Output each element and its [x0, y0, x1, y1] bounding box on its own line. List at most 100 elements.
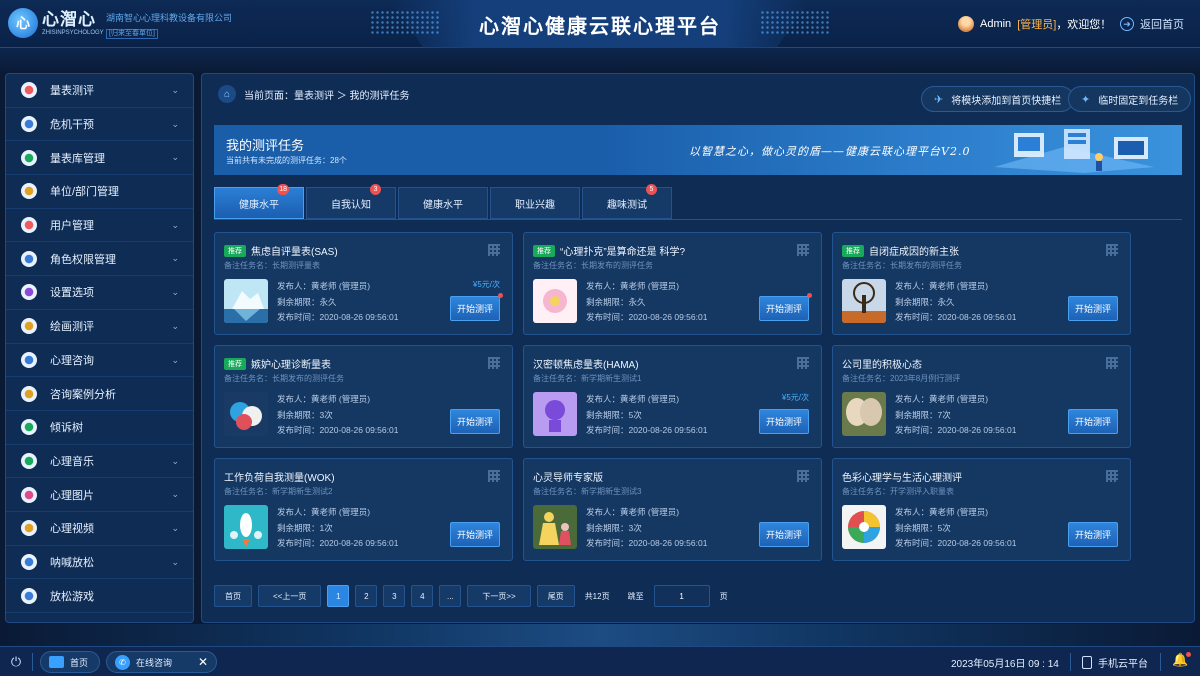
taskbar-consult[interactable]: ✆ 在线咨询 ✕ — [106, 651, 218, 673]
avatar[interactable] — [958, 16, 974, 32]
start-assessment-button[interactable]: 开始测评 — [450, 522, 500, 547]
sidebar-item[interactable]: 量表库管理 ⌄ — [6, 141, 193, 176]
palette-icon — [21, 318, 37, 335]
sidebar-item[interactable]: 危机干预 ⌄ — [6, 108, 193, 142]
taskbar-home[interactable]: 首页 — [40, 651, 100, 673]
rocket-icon: ✈ — [934, 93, 944, 106]
page-button-3[interactable]: 3 — [383, 585, 406, 607]
tab[interactable]: 职业兴趣 — [490, 187, 580, 219]
prev-page-button[interactable]: <<上一页 — [258, 585, 322, 607]
sidebar-item[interactable]: 角色权限管理 ⌄ — [6, 242, 193, 277]
sidebar-item[interactable]: 倾诉树 — [6, 411, 193, 445]
card-remaining: 7次 — [937, 409, 951, 420]
tab[interactable]: 健康水平 18 — [214, 184, 304, 219]
tab-badge: 18 — [277, 184, 289, 195]
sidebar-item-label: 角色权限管理 — [50, 253, 116, 266]
bell-icon[interactable]: 🔔 — [1172, 652, 1192, 668]
chevron-down-icon: ⌄ — [171, 118, 179, 129]
tab-label: 职业兴趣 — [515, 199, 555, 211]
assessment-card[interactable]: 推荐 “心理扑克”是算命还是 科学? 备注任务名：长期发布的测评任务 发布人：黄老师 … — [523, 232, 822, 335]
sidebar-item[interactable]: 量表测评 ⌄ — [6, 74, 193, 108]
power-icon[interactable]: ⏻ — [6, 652, 26, 672]
assessment-card[interactable]: 心灵导师专家版 备注任务名：新学期新生测试3 发布人：黄老师 (管理员) 剩余期限：3… — [523, 458, 822, 561]
first-page-button[interactable]: 首页 — [214, 585, 252, 607]
card-remaining: 1次 — [319, 522, 333, 533]
qr-code-icon[interactable] — [488, 357, 500, 369]
start-assessment-button[interactable]: 开始测评 — [759, 409, 809, 434]
return-home-link[interactable]: ➜ 返回首页 — [1120, 16, 1184, 32]
start-assessment-button[interactable]: 开始测评 — [759, 522, 809, 547]
recommend-tag: 推荐 — [224, 357, 246, 370]
chevron-down-icon: ⌄ — [171, 85, 179, 95]
close-icon[interactable]: ✕ — [198, 655, 208, 669]
tab[interactable]: 趣味测试 5 — [582, 184, 672, 219]
tab[interactable]: 健康水平 — [398, 187, 488, 219]
total-pages: 共12页 — [584, 591, 610, 601]
sidebar-item[interactable]: 心理音乐 ⌄ — [6, 445, 193, 479]
start-assessment-button[interactable]: 开始测评 — [450, 296, 500, 321]
mobile-platform-button[interactable]: 手机云平台 — [1082, 655, 1148, 670]
tab[interactable]: 自我认知 3 — [306, 184, 396, 219]
sidebar-item[interactable]: 设置选项 ⌄ — [6, 276, 193, 310]
user-info[interactable]: Admin [管理员] ，欢迎您！ — [958, 16, 1111, 32]
add-shortcut-button[interactable]: ✈ 将模块添加到首页快捷栏 — [921, 86, 1075, 112]
sidebar-item[interactable]: 心理咨询 ⌄ — [6, 344, 193, 378]
assessment-card[interactable]: 工作负荷自我测量(WOK) 备注任务名：新学期新生测试2 发布人：黄老师 (管理员)… — [214, 458, 513, 561]
card-thumbnail — [842, 279, 886, 323]
qr-code-icon[interactable] — [797, 470, 809, 482]
home-icon[interactable]: ⌂ — [218, 85, 236, 103]
card-task-name: 备注任务名：2023年8月例行测评 — [842, 374, 961, 383]
qr-code-icon[interactable] — [1106, 357, 1118, 369]
page-ellipsis-button[interactable]: ... — [439, 585, 462, 607]
recommend-tag: 推荐 — [842, 244, 864, 257]
assessment-card[interactable]: 汉密顿焦虑量表(HAMA) 备注任务名：新学期新生测试1 发布人：黄老师 (管理员)… — [523, 345, 822, 448]
top-bar: 心 心潪心 ZHISINPSYCHOLOGY 湖南智心心理科教设备有限公司 [归… — [0, 0, 1200, 48]
card-meta: 发布人：黄老师 (管理员) 剩余期限：5次 发布时间：2020-08-26 09:5… — [586, 394, 708, 435]
sidebar-item[interactable]: 心理图片 ⌄ — [6, 478, 193, 512]
banner-title: 我的测评任务 — [226, 138, 305, 153]
start-assessment-button[interactable]: 开始测评 — [1068, 409, 1118, 434]
sidebar-item-label: 心理图片 — [50, 489, 94, 502]
assessment-card[interactable]: 公司里的积极心态 备注任务名：2023年8月例行测评 发布人：黄老师 (管理员) 剩余… — [832, 345, 1131, 448]
tab-label: 趣味测试 — [607, 199, 647, 211]
next-page-button[interactable]: 下一页>> — [467, 585, 531, 607]
start-assessment-button[interactable]: 开始测评 — [1068, 522, 1118, 547]
card-time: 2020-08-26 09:56:01 — [937, 425, 1017, 435]
tab-label: 健康水平 — [239, 199, 279, 211]
tab-label: 自我认知 — [331, 199, 371, 211]
start-assessment-button[interactable]: 开始测评 — [450, 409, 500, 434]
chevron-down-icon: ⌄ — [171, 219, 179, 230]
assessment-card[interactable]: 推荐 自闭症成因的新主张 备注任务名：长期发布的测评任务 发布人：黄老师 (管理员) 剩… — [832, 232, 1131, 335]
assessment-card[interactable]: 推荐 焦虑自评量表(SAS) 备注任务名：长期测评量表 发布人：黄老师 (管理员) 剩余… — [214, 232, 513, 335]
shield-icon — [21, 116, 37, 133]
qr-code-icon[interactable] — [488, 244, 500, 256]
qr-code-icon[interactable] — [797, 357, 809, 369]
sidebar-item[interactable]: 咨询案例分析 — [6, 377, 193, 411]
sidebar-item[interactable]: 单位/部门管理 — [6, 175, 193, 209]
qr-code-icon[interactable] — [1106, 244, 1118, 256]
qr-code-icon[interactable] — [488, 470, 500, 482]
pin-taskbar-button[interactable]: ✦ 临时固定到任务栏 — [1068, 86, 1192, 112]
page-button-1[interactable]: 1 — [327, 585, 350, 607]
sidebar-item[interactable]: 绘画测评 ⌄ — [6, 310, 193, 344]
sidebar-item[interactable]: 呐喊放松 ⌄ — [6, 546, 193, 580]
dots-decoration-left — [370, 10, 440, 36]
page-button-4[interactable]: 4 — [411, 585, 434, 607]
assessment-card[interactable]: 推荐 嫉妒心理诊断量表 备注任务名：长期发布的测评任务 发布人：黄老师 (管理员) 剩余… — [214, 345, 513, 448]
last-page-button[interactable]: 尾页 — [536, 585, 575, 607]
card-task-name: 备注任务名：开学测评入职量表 — [842, 487, 954, 496]
dots-decoration-right — [760, 10, 830, 36]
qr-code-icon[interactable] — [1106, 470, 1118, 482]
sidebar-item[interactable]: 用户管理 ⌄ — [6, 209, 193, 243]
start-assessment-button[interactable]: 开始测评 — [759, 296, 809, 321]
qr-code-icon[interactable] — [797, 244, 809, 256]
sidebar-item[interactable]: 放松游戏 — [6, 579, 193, 613]
start-assessment-button[interactable]: 开始测评 — [1068, 296, 1118, 321]
page-button-2[interactable]: 2 — [355, 585, 378, 607]
gamepad-icon — [21, 587, 37, 604]
sidebar-item-label: 放松游戏 — [50, 590, 94, 603]
assessment-card[interactable]: 色彩心理学与生活心理测评 备注任务名：开学测评入职量表 发布人：黄老师 (管理员) 剩… — [832, 458, 1131, 561]
card-title: 嫉妒心理诊断量表 — [251, 360, 331, 371]
jump-page-input[interactable] — [653, 585, 710, 607]
sidebar-item[interactable]: 心理视频 ⌄ — [6, 512, 193, 546]
